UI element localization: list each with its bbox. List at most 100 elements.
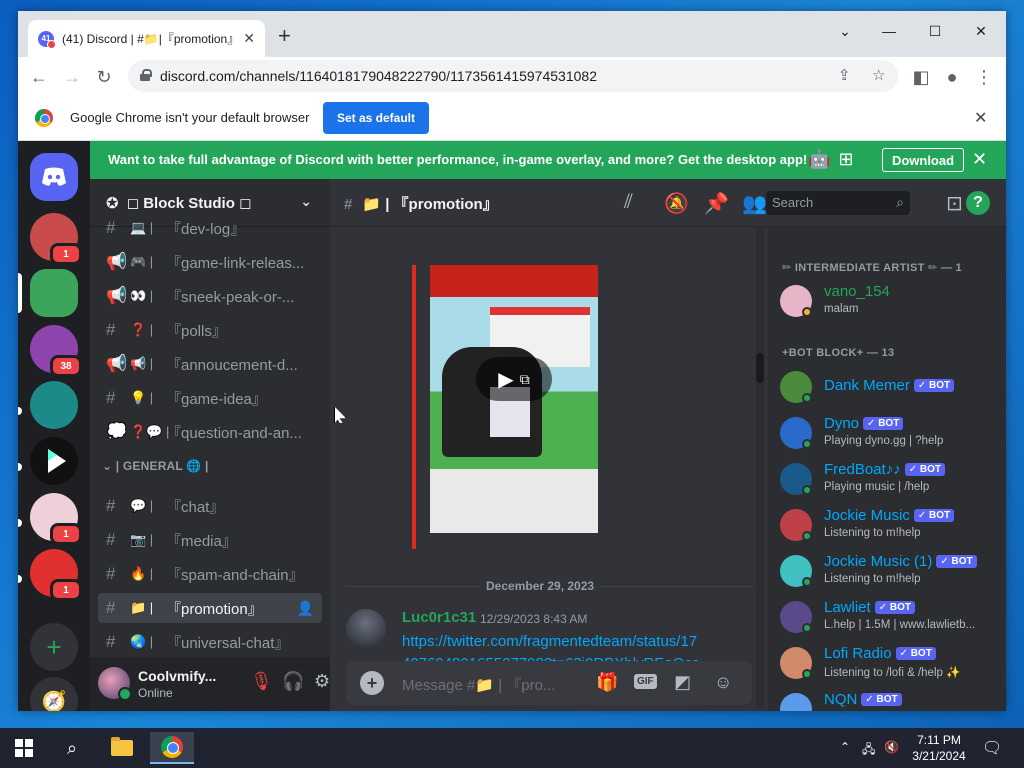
invite-member-icon[interactable]: 👤 xyxy=(297,600,314,617)
back-arrow-icon[interactable]: ← xyxy=(26,64,52,90)
sticker-icon[interactable]: ◩ xyxy=(674,672,691,693)
tray-chevron-up-icon[interactable]: ⌃ xyxy=(840,740,850,754)
server-icon-1[interactable]: 1 xyxy=(30,213,82,265)
member-item[interactable]: Lofi Radio ✓ BOT Listening to /lofi & /hel… xyxy=(780,643,1000,687)
volume-muted-icon[interactable]: 🔇 xyxy=(884,740,899,754)
tab-close-icon[interactable]: ✕ xyxy=(243,30,255,47)
inbox-icon[interactable]: ⊡ xyxy=(946,191,963,216)
channel-annoucement[interactable]: 📢 📢 | 『annoucement-d... xyxy=(98,349,322,379)
hash-icon: # xyxy=(106,496,116,515)
hash-icon: # xyxy=(106,388,116,407)
notifications-icon[interactable]: 🗨 xyxy=(982,738,1002,758)
settings-gear-icon[interactable]: ⚙ xyxy=(314,671,330,692)
forward-arrow-icon[interactable]: → xyxy=(59,64,85,90)
channel-sneek-peak[interactable]: 📢 👀 | 『sneek-peak-or-... xyxy=(98,281,322,311)
explore-compass-icon[interactable]: 🧭 xyxy=(30,677,78,711)
set-default-button[interactable]: Set as default xyxy=(323,102,429,134)
server-icon-6[interactable]: 1 xyxy=(30,493,82,545)
channel-dev-log[interactable]: # 💻 | 『dev-log』 xyxy=(98,213,322,243)
channel-game-link-release[interactable]: 📢 🎮 | 『game-link-releas... xyxy=(98,247,322,277)
user-name[interactable]: Coolvmify... xyxy=(138,668,216,684)
infobar-close-icon[interactable]: ✕ xyxy=(974,108,987,128)
emoji-icon[interactable]: ☺ xyxy=(714,672,732,693)
channel-chat[interactable]: # 💬 | 『chat』 xyxy=(98,491,322,521)
server-icon-7[interactable]: 1 xyxy=(30,549,82,601)
member-item[interactable]: NQN✓ BOTWatching 1100000 servers an... xyxy=(780,689,1000,711)
member-item[interactable]: Dyno ✓ BOT Playing dyno.gg | ?help xyxy=(780,413,1000,457)
file-explorer-icon[interactable] xyxy=(102,732,142,764)
tab-title: (41) Discord | #📁|『promotion』 xyxy=(62,32,237,46)
menu-kebab-icon[interactable]: ⋮ xyxy=(971,64,997,90)
chat-scrollbar-thumb[interactable] xyxy=(756,353,764,383)
new-tab-icon[interactable]: + xyxy=(278,23,291,49)
channel-universal-chat[interactable]: # 🌏 | 『universal-chat』 xyxy=(98,627,322,657)
gif-icon[interactable]: GIF xyxy=(634,674,657,689)
tab-search-chevron-icon[interactable]: ⌄ xyxy=(822,17,868,45)
member-item[interactable]: FredBoat♪♪ ✓ BOT Playing music | /help xyxy=(780,459,1000,503)
gift-icon[interactable]: 🎁 xyxy=(596,672,618,693)
play-button-icon[interactable]: ▶ ⧉ xyxy=(476,357,552,401)
download-button[interactable]: Download xyxy=(882,148,964,172)
side-panel-icon[interactable]: ◧ xyxy=(908,64,934,90)
bot-badge: ✓ BOT xyxy=(913,379,955,392)
server-icon-4[interactable] xyxy=(30,381,78,429)
reload-icon[interactable]: ↻ xyxy=(91,64,117,90)
add-server-icon[interactable]: + xyxy=(30,623,78,671)
share-icon[interactable]: ⇪ xyxy=(838,66,851,84)
chrome-logo-icon xyxy=(35,109,53,127)
tab-discord[interactable]: 41 (41) Discord | #📁|『promotion』 ✕ xyxy=(28,20,265,57)
status-online-icon xyxy=(802,439,812,449)
search-icon[interactable]: ⌕ xyxy=(52,732,92,764)
minimize-icon[interactable]: — xyxy=(866,17,912,45)
mic-muted-icon[interactable]: 🎙 xyxy=(250,671,273,692)
member-item[interactable]: vano_154 malam xyxy=(780,281,1000,325)
chrome-taskbar-icon[interactable] xyxy=(150,732,194,764)
channel-game-idea[interactable]: # 💡 | 『game-idea』 xyxy=(98,383,322,413)
banner-close-icon[interactable]: ✕ xyxy=(972,149,987,170)
start-windows-icon[interactable] xyxy=(4,732,44,764)
network-icon[interactable]: 🖧 xyxy=(862,740,875,761)
chat-scrollbar[interactable] xyxy=(756,227,764,707)
channel-title: # 📁 | 『promotion』 xyxy=(344,196,498,213)
address-bar[interactable]: discord.com/channels/1164018179048222790… xyxy=(128,60,898,92)
message-author[interactable]: Luc0r1c31 xyxy=(402,609,476,626)
discord-home-icon[interactable] xyxy=(30,153,78,201)
message-input[interactable]: Message #📁 | 『pro... xyxy=(402,674,555,695)
headphones-icon[interactable]: 🎧 xyxy=(282,671,304,692)
date-divider: December 29, 2023 xyxy=(480,579,601,593)
server-icon-5[interactable] xyxy=(30,437,78,485)
member-item[interactable]: Dank Memer ✓ BOT xyxy=(780,367,1000,411)
channel-promotion[interactable]: # 📁 | 『promotion』 👤 xyxy=(98,593,322,623)
profile-icon[interactable]: ● xyxy=(939,64,965,90)
user-avatar[interactable] xyxy=(98,667,132,701)
bookmark-star-icon[interactable]: ☆ xyxy=(872,66,885,84)
help-icon[interactable]: ? xyxy=(966,191,990,215)
status-online-icon xyxy=(802,531,812,541)
message-composer[interactable]: + Message #📁 | 『pro... 🎁 GIF ◩ ☺ xyxy=(346,661,752,705)
video-embed[interactable]: ▶ ⧉ xyxy=(430,265,598,533)
user-panel: Coolvmify... Online 🎙 🎧 ⚙ xyxy=(90,657,330,711)
message-author-avatar[interactable] xyxy=(346,609,386,649)
member-item[interactable]: Jockie Music ✓ BOT Listening to m!help xyxy=(780,505,1000,549)
infobar-text: Google Chrome isn't your default browser xyxy=(70,110,310,125)
channel-media[interactable]: # 📷 | 『media』 xyxy=(98,525,322,555)
open-external-icon[interactable]: ⧉ xyxy=(520,371,530,388)
server-icon-3[interactable]: 38 xyxy=(30,325,82,377)
member-item[interactable]: Jockie Music (1) ✓ BOT Listening to m!help xyxy=(780,551,1000,595)
bot-badge: ✓ BOT xyxy=(936,555,977,568)
channel-polls[interactable]: # ❓ | 『polls』 xyxy=(98,315,322,345)
channel-question-and-answer[interactable]: 💭 ❓💬 | 『question-and-an... xyxy=(98,417,322,447)
category-general[interactable]: ⌄ | GENERAL 🌐 | xyxy=(102,459,209,473)
maximize-icon[interactable]: ☐ xyxy=(912,17,958,45)
threads-icon[interactable]: ⫽ xyxy=(624,191,633,214)
search-input[interactable]: Search ⌕ xyxy=(766,191,910,215)
attach-plus-icon[interactable]: + xyxy=(360,671,384,695)
close-window-icon[interactable]: ✕ xyxy=(958,17,1004,45)
pin-icon[interactable]: 📌 xyxy=(704,191,729,216)
member-list-icon[interactable]: 👥 xyxy=(742,191,767,216)
system-clock[interactable]: 7:11 PM 3/21/2024 xyxy=(906,732,972,764)
notification-bell-muted-icon[interactable]: 🔕 xyxy=(664,191,689,216)
server-icon-block-studio[interactable] xyxy=(30,269,78,317)
member-item[interactable]: Lawliet ✓ BOT L.help | 1.5M | www.lawlietb… xyxy=(780,597,1000,641)
channel-spam-and-chain[interactable]: # 🔥 | 『spam-and-chain』 xyxy=(98,559,322,589)
